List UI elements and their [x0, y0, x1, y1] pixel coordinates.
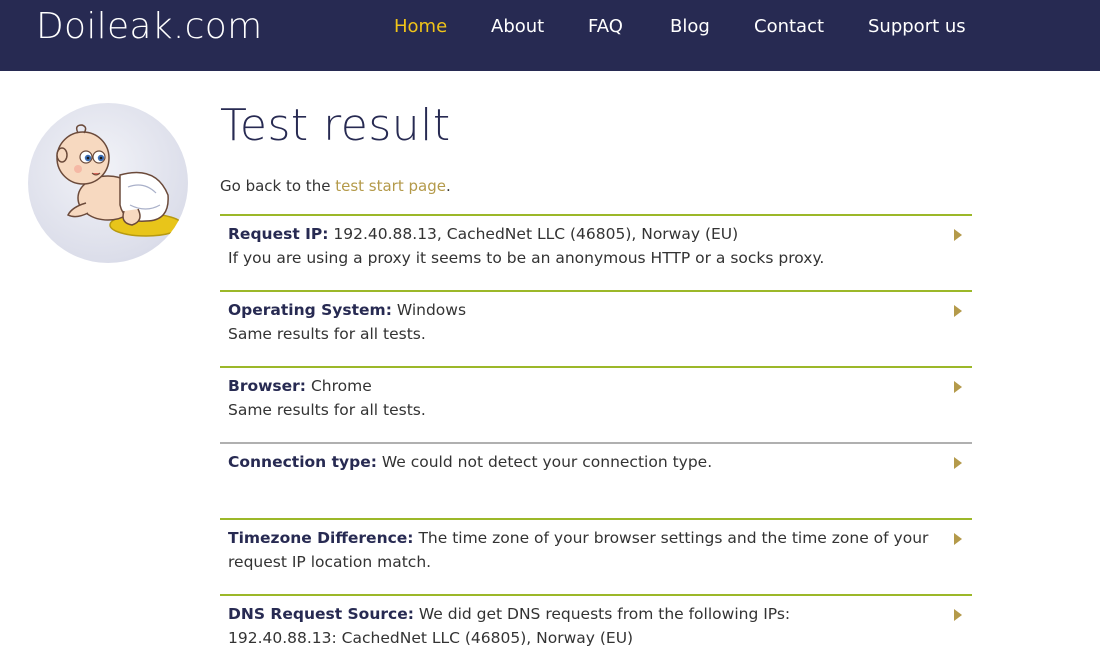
go-back-suffix: . — [445, 177, 451, 195]
result-connection-type[interactable]: Connection type: We could not detect you… — [220, 442, 972, 518]
result-timezone-difference[interactable]: Timezone Difference: The time zone of yo… — [220, 518, 972, 594]
nav-about[interactable]: About — [491, 16, 544, 37]
result-label: Timezone Difference: — [228, 529, 414, 547]
result-label: Browser: — [228, 377, 307, 395]
nav-contact[interactable]: Contact — [754, 16, 824, 37]
result-dns-request-source[interactable]: DNS Request Source: We did get DNS reque… — [220, 594, 972, 670]
test-start-page-link[interactable]: test start page — [335, 177, 446, 195]
go-back-prefix: Go back to the — [220, 177, 336, 195]
baby-mascot-icon — [28, 103, 188, 263]
result-browser[interactable]: Browser: Chrome Same results for all tes… — [220, 366, 972, 442]
result-value: Windows — [391, 301, 467, 319]
result-request-ip[interactable]: Request IP: 192.40.88.13, CachedNet LLC … — [220, 214, 972, 290]
page-title: Test result — [220, 100, 451, 151]
triangle-right-icon[interactable] — [954, 609, 962, 621]
result-value: Chrome — [306, 377, 372, 395]
result-value: We did get DNS requests from the followi… — [413, 605, 791, 623]
result-operating-system[interactable]: Operating System: Windows Same results f… — [220, 290, 972, 366]
result-detail: Same results for all tests. — [228, 401, 426, 419]
result-detail: Same results for all tests. — [228, 325, 426, 343]
result-label: Operating System: — [228, 301, 392, 319]
triangle-right-icon[interactable] — [954, 533, 962, 545]
result-detail: If you are using a proxy it seems to be … — [228, 249, 825, 267]
nav-home[interactable]: Home — [394, 16, 447, 37]
nav-blog[interactable]: Blog — [670, 16, 710, 37]
triangle-right-icon[interactable] — [954, 229, 962, 241]
result-label: Request IP: — [228, 225, 329, 243]
go-back-text: Go back to the test start page. — [220, 177, 451, 195]
triangle-right-icon[interactable] — [954, 381, 962, 393]
result-value: We could not detect your connection type… — [376, 453, 713, 471]
result-label: DNS Request Source: — [228, 605, 414, 623]
result-list: Request IP: 192.40.88.13, CachedNet LLC … — [220, 214, 972, 670]
top-navbar: Doileak.com Home About FAQ Blog Contact … — [0, 0, 1100, 71]
result-value: 192.40.88.13, CachedNet LLC (46805), Nor… — [328, 225, 739, 243]
nav-support-us[interactable]: Support us — [868, 16, 966, 37]
triangle-right-icon[interactable] — [954, 457, 962, 469]
result-label: Connection type: — [228, 453, 377, 471]
triangle-right-icon[interactable] — [954, 305, 962, 317]
nav-faq[interactable]: FAQ — [588, 16, 623, 37]
site-logo[interactable]: Doileak.com — [36, 6, 262, 47]
result-detail: 192.40.88.13: CachedNet LLC (46805), Nor… — [228, 629, 634, 647]
